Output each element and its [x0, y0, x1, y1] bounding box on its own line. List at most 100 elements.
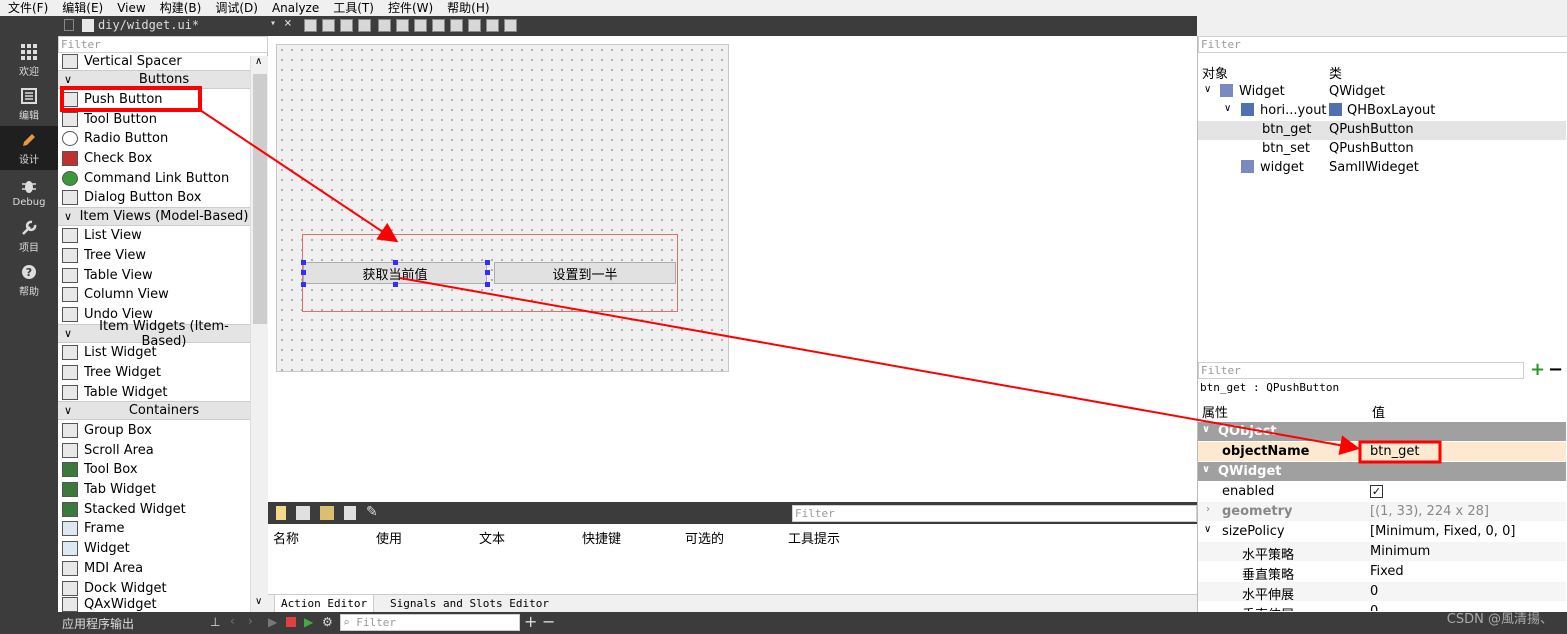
resize-handle[interactable] [393, 260, 398, 265]
output-label[interactable]: 应用程序输出 [62, 615, 134, 632]
property-row[interactable]: objectName btn_get [1198, 442, 1566, 462]
new-action-icon[interactable] [276, 506, 286, 520]
widget-item[interactable]: Dialog Button Box [58, 187, 250, 207]
layout-grid-icon[interactable] [450, 19, 463, 32]
column-header[interactable]: 快捷键 [582, 528, 621, 547]
column-header[interactable]: 可选的 [685, 528, 724, 547]
next-icon[interactable]: › [248, 614, 253, 628]
tab-action-editor[interactable]: Action Editor [274, 595, 375, 613]
widget-item[interactable]: Tool Button [58, 109, 250, 129]
copy-icon[interactable] [296, 506, 310, 520]
column-header[interactable]: 类 [1329, 63, 1342, 82]
widget-item[interactable]: QAxWidget [58, 597, 250, 612]
category-item-views[interactable]: ∨ Item Views (Model-Based) [58, 207, 250, 226]
mode-design[interactable]: 设计 [0, 126, 58, 170]
category-buttons[interactable]: ∨ Buttons [58, 70, 250, 89]
paste-icon[interactable] [320, 506, 334, 520]
resize-handle[interactable] [485, 270, 490, 275]
property-row[interactable]: ∨ sizePolicy [Minimum, Fixed, 0, 0] [1198, 522, 1566, 542]
output-pane-icon[interactable]: ⊥ [210, 615, 220, 629]
column-header[interactable]: 工具提示 [788, 528, 840, 547]
widget-item[interactable]: Scroll Area [58, 440, 250, 460]
column-header[interactable]: 使用 [376, 528, 402, 547]
column-header[interactable]: 属性 [1202, 402, 1228, 421]
add-icon[interactable]: + [524, 612, 537, 631]
widget-item[interactable]: List Widget [58, 342, 250, 362]
output-filter-input[interactable]: ⌕ Filter [340, 614, 520, 631]
remove-icon[interactable]: − [542, 612, 555, 631]
widget-item[interactable]: Vertical Spacer [58, 51, 250, 71]
resize-handle[interactable] [301, 282, 306, 287]
dropdown-arrow-icon[interactable]: ▾ [270, 18, 276, 29]
resize-handle[interactable] [301, 270, 306, 275]
widget-item[interactable]: Tool Box [58, 459, 250, 479]
gear-icon[interactable]: ⚙ [322, 615, 333, 629]
scrollbar-thumb[interactable] [253, 74, 267, 324]
edit-buddies-icon[interactable] [340, 19, 353, 32]
enabled-checkbox[interactable]: ✓ [1370, 485, 1383, 498]
btn-get-button[interactable]: 获取当前值 [303, 262, 487, 284]
widgetbox-scrollbar[interactable]: ∧ ∨ [250, 56, 268, 612]
menu-analyze[interactable]: Analyze [264, 0, 325, 16]
action-filter-input[interactable]: Filter [792, 505, 1197, 522]
tree-row[interactable]: widget SamllWideget [1198, 159, 1566, 178]
menu-build[interactable]: 构建(B) [152, 0, 208, 16]
widget-item[interactable]: Tree Widget [58, 362, 250, 382]
widget-item[interactable]: Dock Widget [58, 578, 250, 598]
column-header[interactable]: 名称 [273, 528, 299, 547]
edit-taborder-icon[interactable] [358, 19, 371, 32]
tree-row[interactable]: btn_set QPushButton [1198, 140, 1566, 159]
group-qobject[interactable]: ∨ QObject [1198, 422, 1566, 442]
layout-vertical-icon[interactable] [396, 19, 409, 32]
menu-edit[interactable]: 编辑(E) [54, 0, 109, 16]
run-icon[interactable]: ▶ [268, 615, 277, 629]
close-icon[interactable]: × [284, 16, 292, 31]
widget-item[interactable]: Push Button [58, 89, 250, 109]
resize-handle[interactable] [301, 260, 306, 265]
tree-row-selected[interactable]: btn_get QPushButton [1198, 121, 1566, 140]
category-item-widgets[interactable]: ∨ Item Widgets (Item-Based) [58, 319, 250, 349]
scroll-down-icon[interactable]: ∨ [255, 596, 262, 607]
stop-icon[interactable] [286, 617, 296, 627]
property-filter-input[interactable]: Filter [1198, 362, 1524, 379]
attach-icon[interactable]: ▶ [304, 615, 313, 629]
tree-row[interactable]: ∨ Widget QWidget [1198, 83, 1566, 102]
category-containers[interactable]: ∨ Containers [58, 401, 250, 420]
widget-item[interactable]: Table Widget [58, 382, 250, 402]
widget-item[interactable]: Stacked Widget [58, 499, 250, 519]
btn-set-button[interactable]: 设置到一半 [494, 262, 676, 284]
object-name-value[interactable]: btn_get [1370, 444, 1419, 459]
resize-handle[interactable] [485, 260, 490, 265]
menu-tools[interactable]: 工具(T) [325, 0, 380, 16]
layout-hsplitter-icon[interactable] [414, 19, 427, 32]
add-icon[interactable]: + [1530, 359, 1545, 380]
mode-debug[interactable]: Debug [0, 170, 58, 214]
column-header[interactable]: 对象 [1202, 63, 1228, 82]
group-qwidget[interactable]: ∨ QWidget [1198, 462, 1566, 482]
widget-item[interactable]: Table View [58, 265, 250, 285]
mode-help[interactable]: ? 帮助 [0, 258, 58, 302]
mode-edit[interactable]: 编辑 [0, 82, 58, 126]
object-filter-input[interactable]: Filter [1198, 36, 1567, 53]
widget-item[interactable]: Group Box [58, 420, 250, 440]
layout-horizontal-icon[interactable] [378, 19, 391, 32]
property-row[interactable]: enabled ✓ [1198, 482, 1566, 502]
widget-item[interactable]: Widget [58, 538, 250, 558]
menu-file[interactable]: 文件(F) [0, 0, 54, 16]
document-title[interactable]: diy/widget.ui* [98, 18, 199, 32]
layout-vsplitter-icon[interactable] [432, 19, 445, 32]
menu-help[interactable]: 帮助(H) [439, 0, 495, 16]
scroll-up-icon[interactable]: ∧ [255, 56, 262, 67]
menu-widgets[interactable]: 控件(W) [380, 0, 439, 16]
layout-form-icon[interactable] [468, 19, 481, 32]
delete-icon[interactable] [344, 506, 356, 520]
widget-item[interactable]: MDI Area [58, 558, 250, 578]
property-row[interactable]: 水平策略 Minimum [1198, 542, 1566, 563]
property-row[interactable]: › geometry [(1, 33), 224 x 28] [1198, 502, 1566, 522]
form-canvas[interactable] [276, 44, 729, 372]
menu-debug[interactable]: 调试(D) [207, 0, 264, 16]
layout-break-icon[interactable] [486, 19, 499, 32]
widget-item[interactable]: Tab Widget [58, 479, 250, 499]
property-row[interactable]: 垂直策略 Fixed [1198, 562, 1566, 583]
column-header[interactable]: 值 [1372, 402, 1385, 421]
